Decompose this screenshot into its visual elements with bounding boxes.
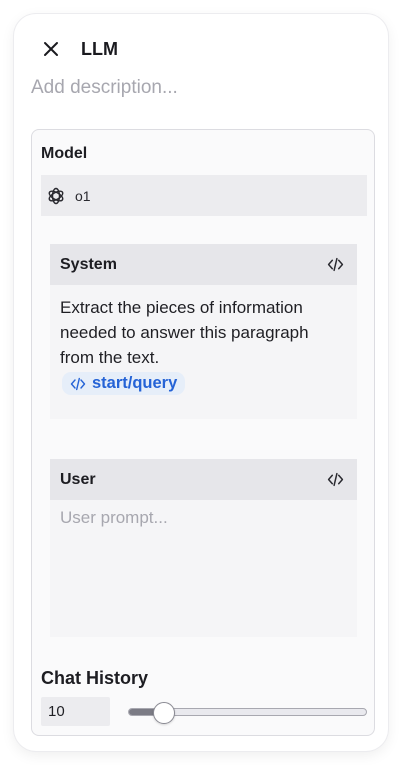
- code-icon: [70, 377, 86, 390]
- chat-history-slider[interactable]: [128, 702, 367, 724]
- panel-header: LLM: [40, 36, 118, 62]
- openai-logo-icon: [48, 187, 64, 204]
- model-label: Model: [41, 145, 88, 162]
- code-icon: [327, 472, 343, 487]
- slider-thumb[interactable]: [153, 702, 175, 724]
- code-icon: [327, 257, 343, 272]
- variable-chip[interactable]: start/query: [62, 372, 186, 395]
- system-prompt-text: Extract the pieces of information needed…: [60, 298, 309, 367]
- model-select[interactable]: o1: [41, 175, 367, 216]
- system-prompt-box: System Extract the pieces of information…: [50, 244, 357, 419]
- model-name: o1: [75, 187, 91, 204]
- description-input[interactable]: [31, 77, 351, 99]
- user-prompt-input[interactable]: [50, 508, 357, 628]
- settings-card: Model o1 System Extract the pieces of in…: [31, 129, 375, 736]
- llm-node-panel: LLM Model o1 System: [14, 14, 388, 751]
- user-prompt-box: User: [50, 459, 357, 637]
- close-button[interactable]: [40, 38, 62, 60]
- variable-chip-label: start/query: [92, 374, 178, 392]
- user-code-toggle[interactable]: [325, 470, 345, 490]
- system-prompt-header: System: [50, 244, 357, 285]
- chat-history-label: Chat History: [41, 668, 149, 688]
- user-prompt-header: User: [50, 459, 357, 500]
- user-prompt-title: User: [60, 470, 96, 488]
- system-prompt-title: System: [60, 255, 117, 273]
- close-icon: [44, 42, 58, 56]
- system-prompt-editor[interactable]: Extract the pieces of information needed…: [50, 285, 357, 399]
- chat-history-input[interactable]: [41, 697, 110, 726]
- system-code-toggle[interactable]: [325, 255, 345, 275]
- node-title: LLM: [81, 38, 118, 59]
